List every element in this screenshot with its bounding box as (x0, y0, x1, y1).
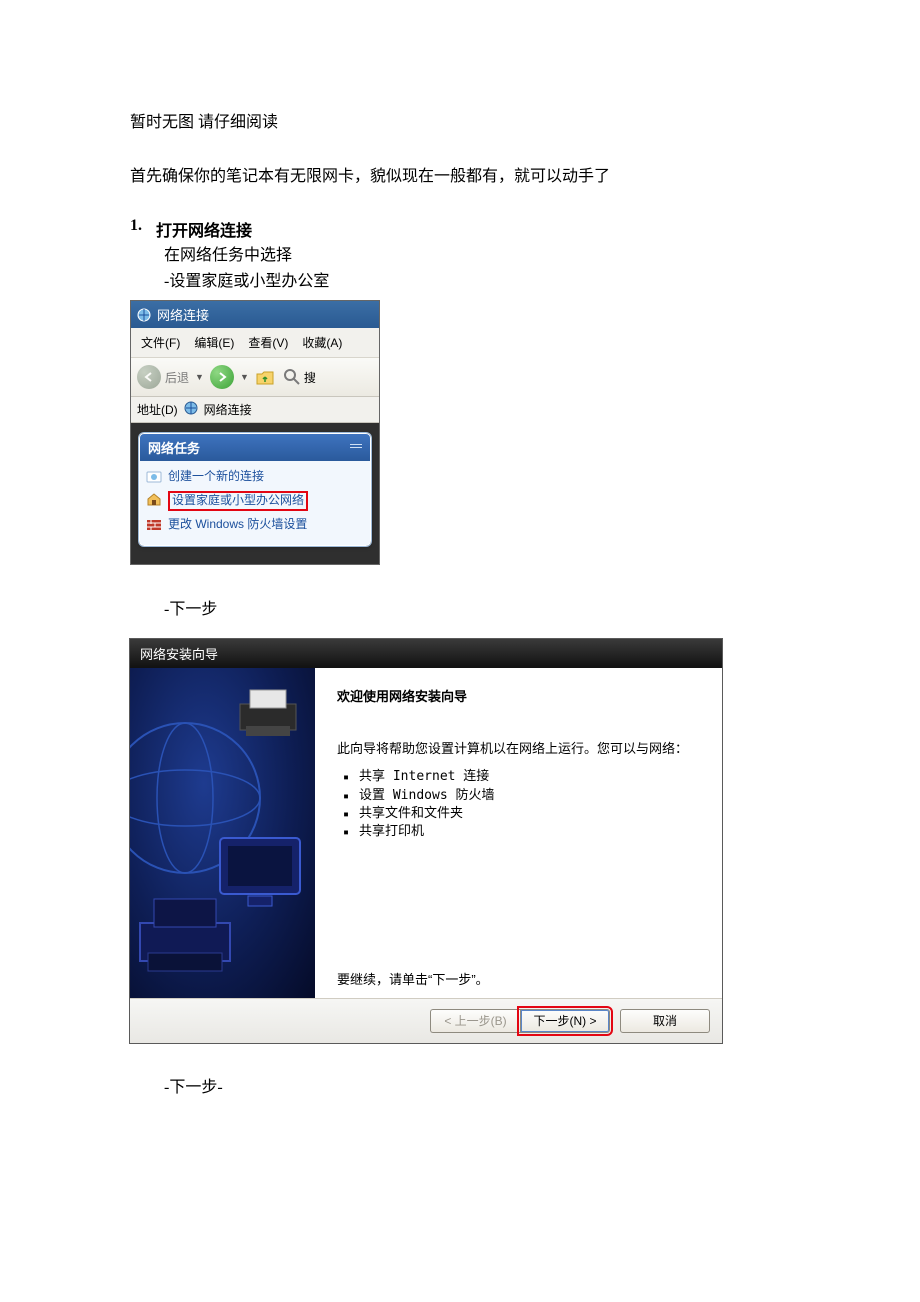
wizard-footer: < 上一步(B) 下一步(N) > 取消 (130, 998, 722, 1043)
cancel-button[interactable]: 取消 (620, 1009, 710, 1033)
new-connection-icon (146, 469, 162, 485)
menu-view[interactable]: 查看(V) (244, 332, 292, 353)
step-title: 打开网络连接 (156, 217, 252, 241)
list-item: 共享打印机 (343, 823, 700, 841)
home-network-icon (146, 491, 162, 507)
wizard-nav-buttons: < 上一步(B) 下一步(N) > (430, 1009, 610, 1033)
next-button[interactable]: 下一步(N) > (520, 1009, 610, 1033)
next-step-text-2: -下一步- (164, 1073, 790, 1097)
menu-favorites[interactable]: 收藏(A) (298, 332, 346, 353)
window-title: 网络连接 (157, 305, 209, 324)
wizard-main: 欢迎使用网络安装向导 此向导将帮助您设置计算机以在网络上运行。您可以与网络： 共… (315, 668, 722, 998)
step-number: 1. (130, 217, 142, 241)
task-item-label: 更改 Windows 防火墙设置 (168, 517, 307, 533)
wizard-description: 此向导将帮助您设置计算机以在网络上运行。您可以与网络： (337, 739, 700, 759)
list-item: 共享文件和文件夹 (343, 805, 700, 823)
step-1: 1. 打开网络连接 在网络任务中选择 -设置家庭或小型办公室 网络连接 文件(F… (130, 217, 790, 565)
heading-line: 暂时无图 请仔细阅读 (130, 110, 790, 136)
window-titlebar: 网络连接 (131, 301, 379, 328)
step-subline-1: 在网络任务中选择 (164, 243, 790, 269)
task-panel-header[interactable]: 网络任务 (140, 434, 370, 461)
step-subline-2: -设置家庭或小型办公室 (164, 269, 790, 295)
wizard-feature-list: 共享 Internet 连接 设置 Windows 防火墙 共享文件和文件夹 共… (337, 768, 700, 841)
menu-edit[interactable]: 编辑(E) (190, 332, 238, 353)
back-button[interactable]: < 上一步(B) (430, 1009, 520, 1033)
address-icon (184, 401, 198, 418)
list-item: 共享 Internet 连接 (343, 768, 700, 786)
document-page: 暂时无图 请仔细阅读 首先确保你的笔记本有无限网卡，貌似现在一般都有，就可以动手… (0, 0, 920, 1197)
intro-paragraph: 首先确保你的笔记本有无限网卡，貌似现在一般都有，就可以动手了 (130, 164, 790, 190)
back-button-icon[interactable] (137, 365, 161, 389)
search-button[interactable]: 搜 (283, 368, 316, 386)
address-value: 网络连接 (204, 401, 252, 418)
address-bar: 地址(D) 网络连接 (131, 397, 379, 423)
network-setup-wizard-window: 网络安装向导 (130, 639, 722, 1043)
task-item-setup-home-network[interactable]: 设置家庭或小型办公网络 (146, 491, 364, 511)
network-connections-window: 网络连接 文件(F) 编辑(E) 查看(V) 收藏(A) 后退 ▼ ▼ (130, 300, 380, 565)
menu-bar: 文件(F) 编辑(E) 查看(V) 收藏(A) (131, 328, 379, 358)
search-label: 搜 (304, 369, 316, 386)
wizard-continue-text: 要继续，请单击“下一步”。 (337, 969, 700, 988)
menu-file[interactable]: 文件(F) (137, 332, 184, 353)
wizard-titlebar: 网络安装向导 (130, 639, 722, 668)
forward-dropdown-icon[interactable]: ▼ (238, 372, 251, 382)
collapse-icon[interactable] (350, 444, 362, 452)
task-panel-body: 创建一个新的连接 设置家庭或小型办公网络 更改 Wi (140, 461, 370, 545)
forward-button-icon[interactable] (210, 365, 234, 389)
task-item-new-connection[interactable]: 创建一个新的连接 (146, 469, 364, 485)
network-icon (137, 308, 151, 322)
list-item: 设置 Windows 防火墙 (343, 787, 700, 805)
wizard-heading: 欢迎使用网络安装向导 (337, 686, 700, 705)
back-label: 后退 (165, 369, 189, 386)
back-dropdown-icon[interactable]: ▼ (193, 372, 206, 382)
window-client-area: 网络任务 创建一个新的连接 (131, 423, 379, 564)
search-icon (283, 368, 301, 386)
task-panel-title: 网络任务 (148, 438, 200, 457)
wizard-side-graphic (130, 668, 315, 998)
wizard-body: 欢迎使用网络安装向导 此向导将帮助您设置计算机以在网络上运行。您可以与网络： 共… (130, 668, 722, 998)
firewall-icon (146, 517, 162, 533)
toolbar: 后退 ▼ ▼ 搜 (131, 358, 379, 397)
task-item-label: 设置家庭或小型办公网络 (168, 491, 308, 511)
up-folder-icon[interactable] (255, 368, 275, 386)
address-label: 地址(D) (137, 401, 178, 418)
next-step-text-1: -下一步 (164, 595, 790, 619)
task-item-label: 创建一个新的连接 (168, 469, 264, 485)
network-tasks-panel: 网络任务 创建一个新的连接 (139, 433, 371, 546)
task-item-firewall[interactable]: 更改 Windows 防火墙设置 (146, 517, 364, 533)
